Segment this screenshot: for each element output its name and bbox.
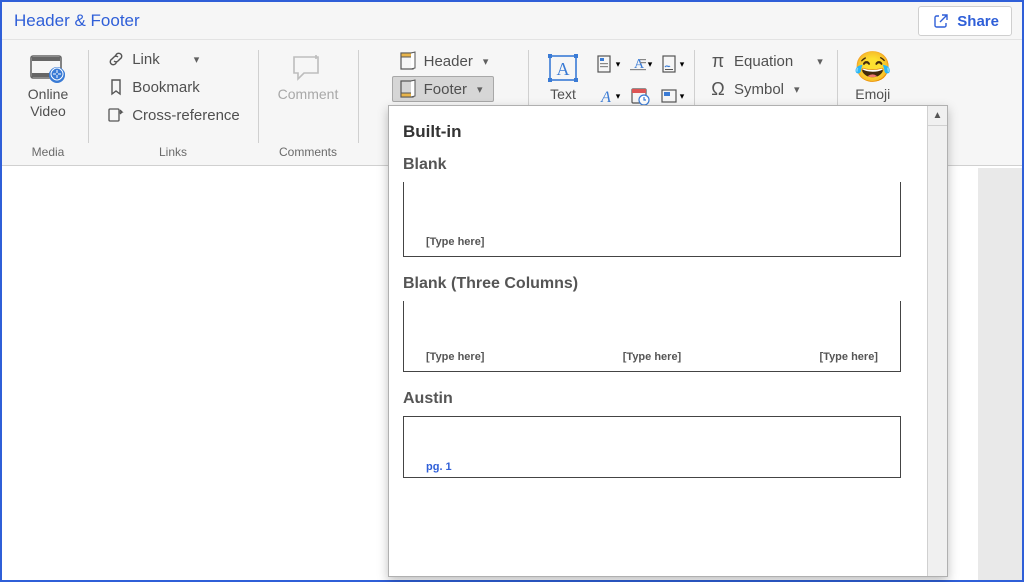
online-video-label: Online Video [28, 86, 68, 120]
gallery-item-blank[interactable]: [Type here] [403, 182, 901, 257]
gallery-item-title: Blank (Three Columns) [403, 275, 913, 293]
online-video-icon [28, 50, 68, 86]
symbol-icon: Ω [708, 79, 728, 99]
chevron-down-icon: ▾ [794, 83, 800, 96]
footer-label: Footer [424, 81, 467, 98]
austin-pg-label: pg. 1 [426, 461, 452, 473]
gallery-scrollbar[interactable]: ▲ [927, 106, 947, 576]
dropcap-icon: A [628, 54, 648, 74]
chevron-down-icon: ▾ [817, 55, 823, 68]
chevron-down-icon: ▾ [680, 59, 685, 70]
link-label: Link [132, 51, 160, 68]
app-frame: Header & Footer Share [0, 0, 1024, 582]
date-time-icon [630, 86, 650, 106]
group-comments: Comment Comments [258, 44, 358, 165]
gallery-item-title: Austin [403, 390, 913, 408]
placeholder-text: [Type here] [820, 351, 878, 363]
comment-label: Comment [278, 86, 339, 103]
signature-button[interactable]: ▾ [658, 50, 686, 78]
chevron-down-icon: ▾ [648, 59, 653, 70]
group-media-label: Media [16, 145, 80, 163]
quick-parts-button[interactable]: ▾ [594, 50, 622, 78]
chevron-down-icon: ▾ [616, 59, 621, 70]
svg-text:A: A [557, 59, 570, 79]
textbox-button[interactable]: A Text [536, 46, 590, 103]
equation-icon: π [708, 51, 728, 71]
textbox-label: Text [550, 86, 576, 103]
gallery-item-title: Blank [403, 156, 913, 174]
equation-button[interactable]: π Equation ▾ [702, 48, 829, 74]
emoji-label: Emoji [855, 86, 890, 103]
scroll-track[interactable] [928, 126, 947, 576]
placeholder-text: [Type here] [623, 351, 681, 363]
footer-gallery: Built-in Blank [Type here] Blank (Three … [388, 105, 948, 577]
emoji-button[interactable]: 😂 Emoji [845, 46, 901, 103]
chevron-down-icon: ▾ [194, 53, 200, 66]
bookmark-icon [106, 77, 126, 97]
chevron-down-icon: ▾ [477, 83, 483, 96]
emoji-icon: 😂 [853, 50, 893, 86]
footer-icon [398, 79, 418, 99]
share-icon [931, 11, 951, 31]
group-links-label: Links [96, 145, 250, 163]
placeholder-text: [Type here] [426, 351, 484, 363]
chevron-down-icon: ▾ [680, 91, 685, 102]
tab-row: Header & Footer Share [2, 2, 1022, 40]
header-button[interactable]: Header ▾ [392, 48, 495, 74]
bookmark-label: Bookmark [132, 79, 200, 96]
object-icon [660, 86, 680, 106]
bookmark-button[interactable]: Bookmark [100, 74, 246, 100]
link-button[interactable]: Link ▾ [100, 46, 246, 72]
textbox-icon: A [543, 50, 583, 86]
gallery-section-label: Built-in [403, 122, 913, 142]
placeholder-text: [Type here] [426, 236, 484, 248]
group-links: Link ▾ Bookmark Cross-ref [88, 44, 258, 165]
equation-label: Equation [734, 53, 793, 70]
gallery-item-austin[interactable]: pg. 1 [403, 416, 901, 478]
chevron-down-icon: ▾ [616, 91, 621, 102]
header-icon [398, 51, 418, 71]
crossref-button[interactable]: Cross-reference [100, 102, 246, 128]
svg-text:A: A [600, 89, 611, 106]
comment-button: Comment [266, 46, 350, 103]
link-icon [106, 49, 126, 69]
dropcap-button[interactable]: A ▾ [626, 50, 654, 78]
online-video-button[interactable]: Online Video [16, 46, 80, 120]
group-media: Online Video Media [8, 44, 88, 165]
group-comments-label: Comments [266, 145, 350, 163]
gallery-item-blank-3col[interactable]: [Type here] [Type here] [Type here] [403, 301, 901, 372]
share-label: Share [957, 13, 999, 30]
comment-icon [288, 50, 328, 86]
document-gutter [978, 168, 1022, 580]
scroll-up-icon[interactable]: ▲ [928, 106, 947, 126]
wordart-icon: A [596, 86, 616, 106]
header-label: Header [424, 53, 473, 70]
symbol-label: Symbol [734, 81, 784, 98]
quick-parts-icon [596, 54, 616, 74]
signature-icon [660, 54, 680, 74]
symbol-button[interactable]: Ω Symbol ▾ [702, 76, 829, 102]
footer-button[interactable]: Footer ▾ [392, 76, 495, 102]
active-tab-label[interactable]: Header & Footer [14, 11, 140, 31]
crossref-icon [106, 105, 126, 125]
crossref-label: Cross-reference [132, 107, 240, 124]
share-button[interactable]: Share [918, 6, 1012, 36]
chevron-down-icon: ▾ [483, 55, 489, 68]
